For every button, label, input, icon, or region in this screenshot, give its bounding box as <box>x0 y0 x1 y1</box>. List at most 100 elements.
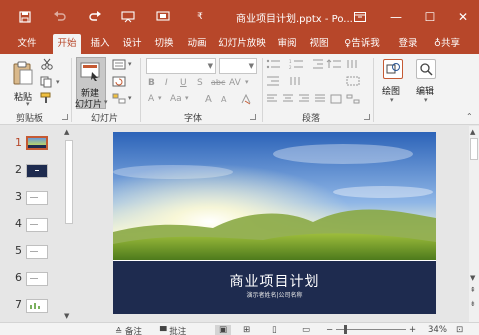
font-launcher-icon[interactable] <box>250 114 256 120</box>
fit-to-window-icon[interactable]: ⊡ <box>456 325 463 335</box>
slide-subtitle[interactable]: 演示者姓名|公司名称 <box>113 290 436 299</box>
tab-view[interactable]: 视图 <box>306 34 332 54</box>
clipboard-launcher-icon[interactable] <box>62 114 68 120</box>
tab-transitions[interactable]: 切换 <box>151 34 177 54</box>
cut-icon[interactable] <box>40 58 54 73</box>
tab-slideshow[interactable]: 幻灯片放映 <box>216 34 268 54</box>
tab-design[interactable]: 设计 <box>119 34 145 54</box>
share-button[interactable]: ♁共享 <box>427 34 467 54</box>
decrease-indent-icon[interactable] <box>312 59 324 72</box>
font-size-select[interactable]: ▼ <box>219 58 257 74</box>
numbering-icon[interactable]: 12 <box>289 59 305 72</box>
slideshow-from-start-icon[interactable] <box>120 10 136 24</box>
underline-button[interactable]: U <box>180 78 187 88</box>
align-text-icon[interactable] <box>346 76 360 89</box>
slide-scrollbar[interactable]: ▲ ▼ ⇞ ⇟ <box>469 126 479 322</box>
scroll-up-icon[interactable]: ▲ <box>64 128 69 136</box>
change-case-dropdown-icon[interactable]: ▾ <box>185 94 189 102</box>
align-left-icon[interactable] <box>266 94 278 107</box>
align-center-icon[interactable] <box>282 94 294 107</box>
paste-icon[interactable] <box>12 60 34 89</box>
paste-dropdown-icon[interactable]: ▾ <box>26 100 30 108</box>
layout-dropdown-icon[interactable]: ▾ <box>128 60 132 68</box>
comments-button[interactable]: ▀ 批注 <box>160 325 186 335</box>
new-slide-button[interactable]: 新建 幻灯片 ▾ <box>75 57 108 110</box>
change-case-button[interactable]: Aa <box>170 94 182 104</box>
font-color-dropdown-icon[interactable]: ▾ <box>158 94 162 102</box>
font-color-button[interactable]: A <box>148 94 154 104</box>
maximize-button[interactable]: ☐ <box>419 7 441 27</box>
thumbnail-slide-1[interactable] <box>26 136 48 150</box>
thumbnail-slide-3[interactable] <box>26 191 48 205</box>
scroll-up-icon[interactable]: ▲ <box>470 128 475 136</box>
zoom-level[interactable]: 34% <box>428 325 447 335</box>
shadow-button[interactable]: S <box>197 78 203 88</box>
zoom-out-icon[interactable]: − <box>326 325 333 335</box>
scrollbar-thumb[interactable] <box>470 138 478 160</box>
distributed-icon[interactable] <box>330 94 342 107</box>
align-right-icon[interactable] <box>298 94 310 107</box>
drawing-icon[interactable] <box>383 59 403 79</box>
format-painter-icon[interactable] <box>40 92 54 107</box>
normal-view-icon[interactable]: ▣ <box>215 325 231 335</box>
thumbnail-slide-4[interactable] <box>26 218 48 232</box>
bold-button[interactable]: B <box>148 78 155 88</box>
thumbnail-slide-2[interactable] <box>26 164 48 178</box>
clear-formatting-icon[interactable] <box>240 93 252 108</box>
customize-qat-icon[interactable]: ₹ <box>195 10 205 24</box>
zoom-slider-thumb[interactable] <box>344 325 347 334</box>
drawing-dropdown-icon[interactable]: ▾ <box>390 96 394 104</box>
next-slide-icon[interactable]: ⇟ <box>470 300 476 308</box>
tab-home[interactable]: 开始 <box>53 34 81 54</box>
line-spacing-icon[interactable] <box>326 59 342 72</box>
minimize-button[interactable]: — <box>385 7 407 27</box>
thumbnail-slide-5[interactable] <box>26 245 48 259</box>
ribbon-display-options-icon[interactable] <box>349 7 371 27</box>
close-button[interactable]: ✕ <box>452 7 474 27</box>
slide-title[interactable]: 商业项目计划 <box>113 271 436 291</box>
shrink-font-button[interactable]: A <box>221 95 226 104</box>
tab-insert[interactable]: 插入 <box>87 34 113 54</box>
copy-icon[interactable] <box>40 76 54 91</box>
tab-tell-me[interactable]: ♀告诉我 <box>338 34 386 54</box>
redo-icon[interactable] <box>88 10 102 24</box>
present-icon[interactable] <box>155 10 171 24</box>
copy-dropdown-icon[interactable]: ▾ <box>56 78 60 86</box>
section-icon[interactable] <box>112 93 126 107</box>
slideshow-view-icon[interactable]: ▭ <box>302 325 310 335</box>
previous-slide-icon[interactable]: ⇞ <box>470 286 476 294</box>
section-dropdown-icon[interactable]: ▾ <box>128 94 132 102</box>
smartart-icon[interactable] <box>346 94 360 107</box>
increase-indent-icon[interactable] <box>266 76 280 89</box>
undo-icon[interactable] <box>52 10 68 24</box>
tab-review[interactable]: 审阅 <box>274 34 300 54</box>
bullets-icon[interactable] <box>266 59 282 72</box>
scroll-down-icon[interactable]: ▼ <box>470 274 475 282</box>
font-name-select[interactable]: ▼ <box>146 58 216 74</box>
text-direction-icon[interactable] <box>289 76 303 89</box>
paragraph-launcher-icon[interactable] <box>364 114 370 120</box>
character-spacing-button[interactable]: AV <box>229 78 241 88</box>
thumbnail-slide-6[interactable] <box>26 272 48 286</box>
editing-icon[interactable] <box>416 59 436 79</box>
notes-button[interactable]: ≙ 备注 <box>115 325 142 335</box>
scroll-down-icon[interactable]: ▼ <box>64 312 69 320</box>
reset-icon[interactable] <box>112 76 126 90</box>
strikethrough-button[interactable]: abc <box>211 78 225 87</box>
justify-icon[interactable] <box>314 94 326 107</box>
login-link[interactable]: 登录 <box>395 34 421 54</box>
collapse-ribbon-icon[interactable]: ⌃ <box>466 112 473 121</box>
layout-icon[interactable] <box>112 59 126 73</box>
save-icon[interactable] <box>18 10 32 24</box>
columns-icon[interactable] <box>346 59 360 72</box>
scrollbar-thumb[interactable] <box>65 140 73 224</box>
slide-sorter-icon[interactable]: ⊞ <box>243 325 250 335</box>
tab-file[interactable]: 文件 <box>12 34 42 54</box>
zoom-in-icon[interactable]: + <box>409 325 416 335</box>
spacing-dropdown-icon[interactable]: ▾ <box>245 78 249 86</box>
thumbnail-slide-7[interactable] <box>26 299 48 313</box>
editing-dropdown-icon[interactable]: ▾ <box>424 96 428 104</box>
reading-view-icon[interactable]: ▯ <box>272 325 277 335</box>
italic-button[interactable]: I <box>165 78 168 88</box>
current-slide[interactable]: 商业项目计划 演示者姓名|公司名称 <box>113 132 436 314</box>
